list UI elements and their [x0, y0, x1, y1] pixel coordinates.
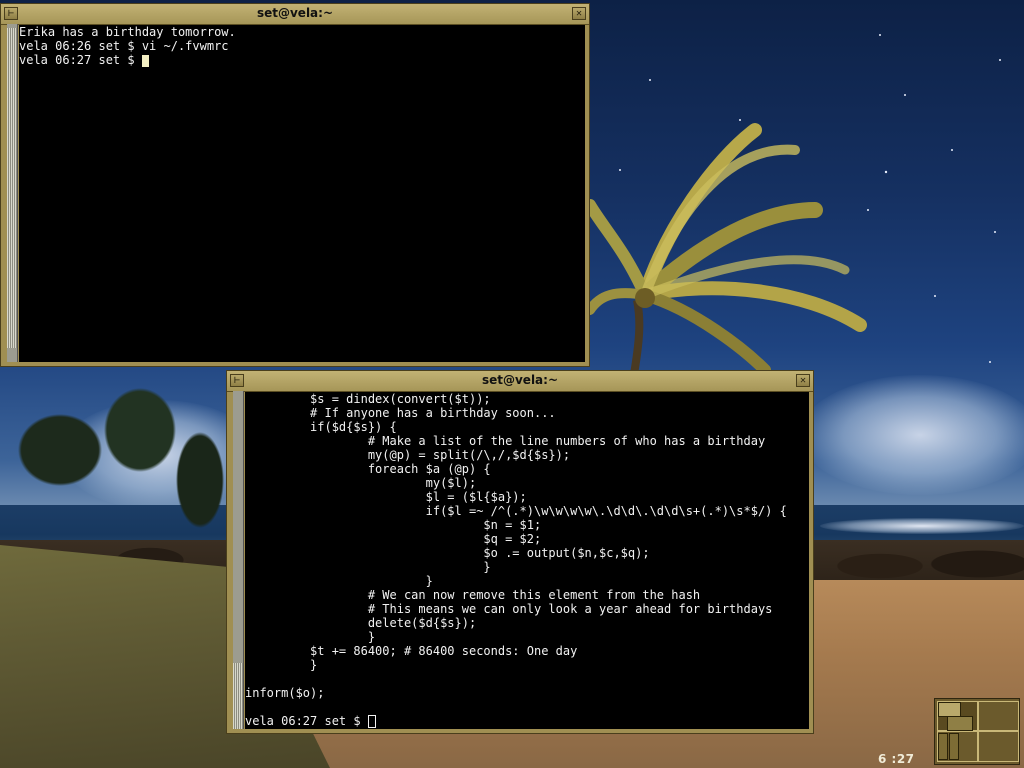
cloud	[800, 375, 1024, 495]
code-line: # This means we can only look a year ahe…	[245, 602, 773, 616]
scrollbar-thumb[interactable]	[7, 28, 17, 348]
code-line: my(@p) = split(/\,/,$d{$s});	[245, 448, 571, 462]
code-line: $l = ($l{$a});	[245, 490, 527, 504]
clock: 6 :27	[878, 752, 915, 766]
pager-window[interactable]	[949, 733, 959, 760]
code-line: # If anyone has a birthday soon...	[245, 406, 556, 420]
terminal-window[interactable]: ⊢ set@vela:~ ✕ $s = dindex(convert($t));…	[226, 370, 814, 734]
code-line: $n = $1;	[245, 518, 542, 532]
palm-tree	[585, 123, 867, 380]
window-title: set@vela:~	[481, 373, 559, 387]
window-menu-button[interactable]: ⊢	[230, 374, 244, 387]
pager-window[interactable]	[938, 733, 948, 760]
prompt: vela 06:27 set $	[245, 714, 368, 728]
pager-window[interactable]	[947, 716, 973, 731]
terminal-text: $s = dindex(convert($t)); # If anyone ha…	[245, 392, 809, 728]
code-line: # We can now remove this element from th…	[245, 588, 701, 602]
text-cursor	[141, 55, 149, 67]
code-line: inform($o);	[245, 686, 325, 700]
code-line: if($l =~ /^(.*)\w\w\w\w\.\d\d\.\d\d\s+(.…	[245, 504, 787, 518]
code-line: $t += 86400; # 86400 seconds: One day	[245, 644, 578, 658]
terminal-output[interactable]: $s = dindex(convert($t)); # If anyone ha…	[245, 392, 809, 729]
surf	[820, 518, 1024, 534]
code-line: }	[245, 574, 433, 588]
code-line: }	[245, 560, 491, 574]
desktop-pager[interactable]	[934, 698, 1020, 765]
code-line: foreach $a (@p) {	[245, 462, 491, 476]
prompt: vela 06:27 set $	[19, 53, 142, 67]
code-line: $s = dindex(convert($t));	[245, 392, 491, 406]
scrollbar[interactable]	[7, 24, 18, 362]
output-line: vela 06:26 set $ vi ~/.fvwmrc	[19, 39, 229, 53]
terminal-window[interactable]: ⊢ set@vela:~ ✕ Erika has a birthday tomo…	[0, 3, 590, 367]
scrollbar[interactable]	[233, 391, 244, 729]
scrollbar-thumb[interactable]	[233, 663, 243, 729]
window-menu-button[interactable]: ⊢	[4, 7, 18, 20]
trees	[0, 360, 230, 560]
title-bar[interactable]: ⊢ set@vela:~ ✕	[227, 371, 813, 392]
code-line: $q = $2;	[245, 532, 542, 546]
code-line: $o .= output($n,$c,$q);	[245, 546, 650, 560]
terminal-text: Erika has a birthday tomorrow. vela 06:2…	[19, 25, 585, 67]
code-line: if($d{$s}) {	[245, 420, 397, 434]
code-line: }	[245, 658, 318, 672]
pager-desk[interactable]	[978, 731, 1019, 762]
pager-window[interactable]	[938, 702, 961, 717]
code-line: }	[245, 630, 376, 644]
pager-desk[interactable]	[978, 701, 1019, 731]
code-line: # Make a list of the line numbers of who…	[245, 434, 766, 448]
close-button[interactable]: ✕	[572, 7, 586, 20]
code-line: my($l);	[245, 476, 477, 490]
code-line: delete($d{$s});	[245, 616, 477, 630]
close-button[interactable]: ✕	[796, 374, 810, 387]
output-line: Erika has a birthday tomorrow.	[19, 25, 236, 39]
text-cursor	[367, 715, 376, 728]
terminal-output[interactable]: Erika has a birthday tomorrow. vela 06:2…	[19, 25, 585, 362]
title-bar[interactable]: ⊢ set@vela:~ ✕	[1, 4, 589, 25]
window-title: set@vela:~	[256, 6, 334, 20]
